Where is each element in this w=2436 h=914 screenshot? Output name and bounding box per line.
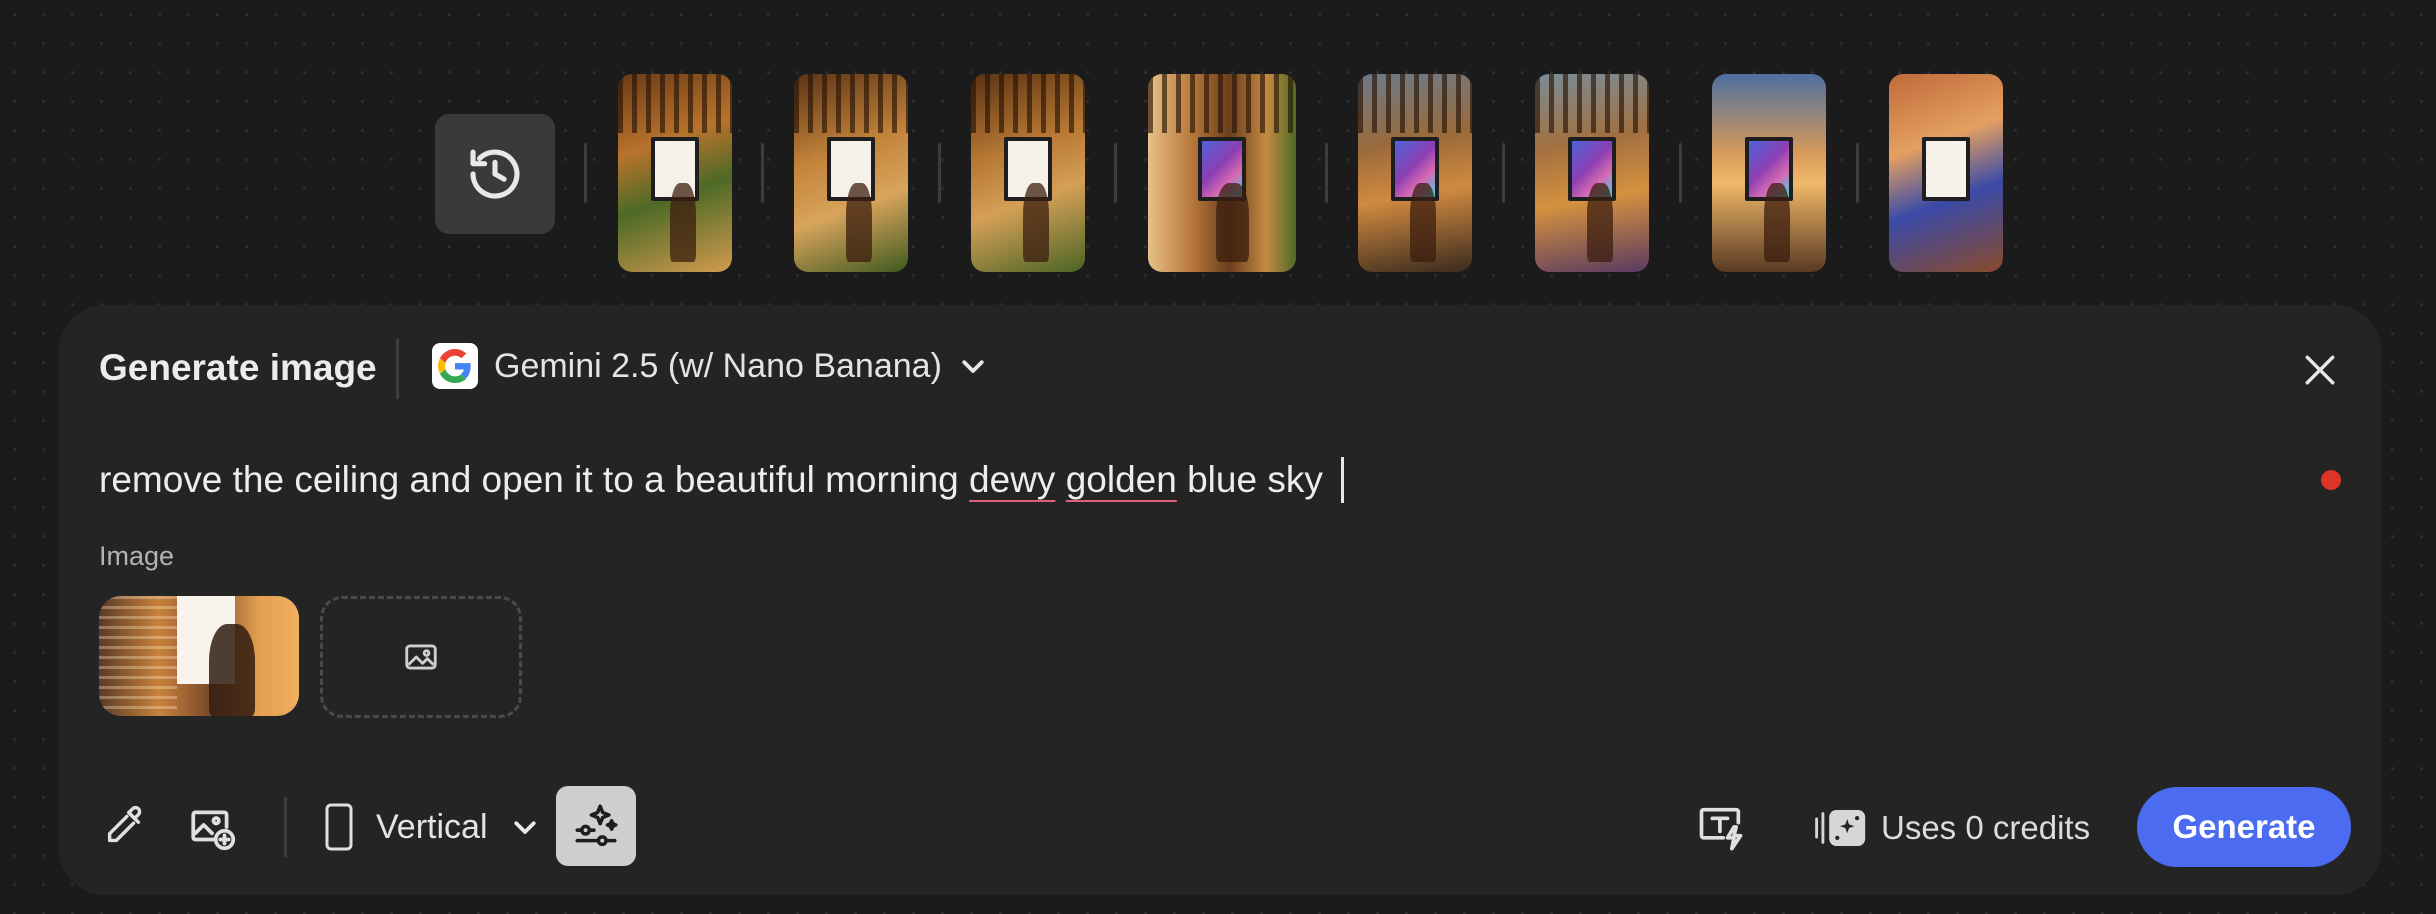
chevron-down-icon [962, 360, 984, 373]
history-thumbnail-8[interactable] [1889, 74, 2003, 272]
history-thumbnail-1[interactable] [618, 74, 732, 272]
panel-title: Generate image [99, 347, 377, 388]
text-effects-button[interactable] [1695, 799, 1747, 855]
add-reference-image-button[interactable] [185, 802, 239, 852]
close-icon [2305, 355, 2335, 385]
strip-separator [1114, 143, 1117, 203]
prompt-input[interactable]: remove the ceiling and open it to a beau… [99, 457, 1344, 503]
add-image-button[interactable] [320, 596, 522, 718]
credits-info[interactable]: Uses 0 credits [1813, 802, 2090, 854]
history-icon [470, 149, 520, 199]
image-icon [405, 644, 437, 670]
aspect-ratio-label: Vertical [376, 807, 488, 846]
strip-separator [584, 143, 587, 203]
generate-panel: Generate image Gemini 2.5 (w/ Nano Banan… [59, 305, 2381, 895]
prompt-text: remove the ceiling and open it to a beau… [99, 459, 959, 500]
model-label: Gemini 2.5 (w/ Nano Banana) [494, 346, 942, 385]
strip-separator [1502, 143, 1505, 203]
credits-icon [1815, 810, 1866, 846]
history-thumbnail-3[interactable] [971, 74, 1085, 272]
misspelled-word: dewy [969, 459, 1056, 500]
title-separator [396, 339, 399, 399]
strip-separator [1325, 143, 1328, 203]
color-picker-button[interactable] [99, 802, 149, 852]
status-dot [2321, 470, 2341, 490]
generate-button[interactable]: Generate [2137, 787, 2351, 867]
strip-separator [1679, 143, 1682, 203]
history-button[interactable] [435, 114, 555, 234]
sparkle-sliders-icon [575, 804, 618, 847]
history-thumbnail-2[interactable] [794, 74, 908, 272]
google-logo-icon [432, 343, 478, 389]
canvas: Generate image Gemini 2.5 (w/ Nano Banan… [0, 0, 2436, 914]
reference-image-thumbnail[interactable] [99, 596, 299, 716]
model-selector[interactable]: Gemini 2.5 (w/ Nano Banana) [432, 341, 988, 391]
strip-separator [938, 143, 941, 203]
history-thumbnail-7[interactable] [1712, 74, 1826, 272]
history-thumbnail-5[interactable] [1358, 74, 1472, 272]
close-button[interactable] [2299, 349, 2341, 391]
text-caret [1340, 457, 1344, 503]
aspect-ratio-selector[interactable]: Vertical [324, 801, 540, 853]
text-lightning-icon [1699, 807, 1743, 851]
sign-blank [1922, 137, 1970, 202]
portrait-frame-icon [325, 803, 353, 851]
strip-separator [1856, 143, 1859, 203]
history-thumbnail-6[interactable] [1535, 74, 1649, 272]
effects-button[interactable] [556, 786, 636, 866]
history-thumbnail-4[interactable] [1148, 74, 1296, 272]
toolbar-separator [284, 797, 287, 857]
prompt-text: blue sky [1187, 459, 1323, 500]
image-section-label: Image [99, 541, 175, 571]
credits-label: Uses 0 credits [1881, 809, 2091, 846]
eyedropper-icon [107, 805, 142, 843]
strip-separator [761, 143, 764, 203]
chevron-down-icon [513, 821, 536, 834]
image-add-icon [191, 810, 236, 851]
misspelled-word: golden [1065, 459, 1177, 500]
